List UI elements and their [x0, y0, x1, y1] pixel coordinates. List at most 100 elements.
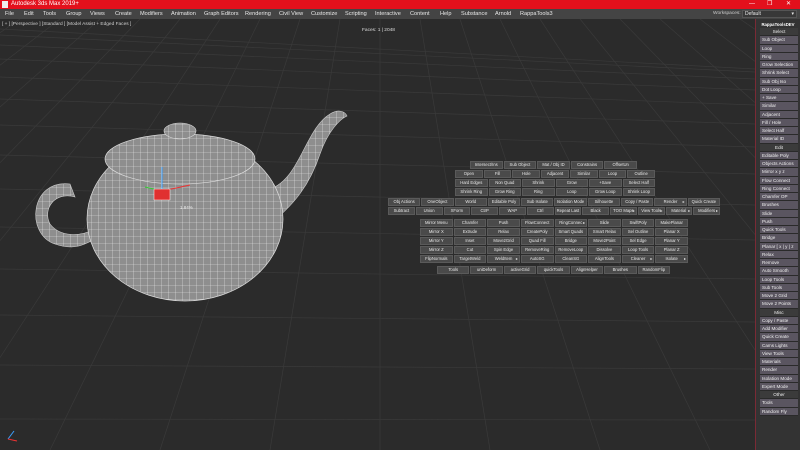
- quad-item-relax[interactable]: Relax: [487, 228, 520, 236]
- quad-item-cleansg[interactable]: CleanSG: [554, 255, 588, 263]
- quad-item-shrink-ring[interactable]: Shrink Ring: [455, 188, 488, 196]
- quad-item-aligntools[interactable]: AlignTools: [588, 255, 621, 263]
- quad-item-ctrp[interactable]: CtrP: [471, 207, 498, 215]
- menu-arnold[interactable]: Arnold: [495, 9, 511, 19]
- menu-content[interactable]: Content: [410, 9, 430, 19]
- panel-button-ring[interactable]: Ring: [760, 52, 798, 61]
- quad-item-mirror-menu[interactable]: Mirror Menu: [420, 219, 453, 227]
- quad-item-bridge[interactable]: Bridge: [554, 237, 588, 245]
- panel-button-copy-paste[interactable]: Copy / Paste: [760, 316, 798, 325]
- perspective-viewport[interactable]: 1.84% [ + ] [Perspective ] [Standard ] […: [0, 19, 755, 450]
- panel-button-isolation-mode[interactable]: Isolation Mode: [760, 374, 798, 383]
- quad-item-adjacent[interactable]: Adjacent: [541, 170, 569, 178]
- menu-animation[interactable]: Animation: [171, 9, 196, 19]
- quad-item-intersect-ins[interactable]: Intersect/Ins: [470, 161, 503, 169]
- panel-button-select-half[interactable]: Select Half: [760, 127, 798, 136]
- quad-item-push[interactable]: Push: [487, 219, 520, 227]
- quad-item-ctrl[interactable]: Ctrl: [526, 207, 554, 215]
- quad-item-welditem[interactable]: WeldItem ▸: [487, 255, 520, 263]
- menu-file[interactable]: File: [5, 9, 14, 19]
- panel-button-ring-connect[interactable]: Ring Connect: [760, 184, 798, 193]
- quad-item-sub-object[interactable]: Sub Object: [503, 161, 537, 169]
- panel-button-shrink-select[interactable]: Shrink Select: [760, 69, 798, 78]
- menu-group[interactable]: Group: [66, 9, 82, 19]
- panel-button-flow-connect[interactable]: Flow Connect: [760, 176, 798, 185]
- menu-create[interactable]: Create: [115, 9, 132, 19]
- menu-scripting[interactable]: Scripting: [345, 9, 367, 19]
- panel-button-slide[interactable]: Slide: [760, 209, 798, 218]
- quad-item-mirror-x[interactable]: Mirror X: [420, 228, 453, 236]
- panel-button-material-id[interactable]: Material ID: [760, 135, 798, 144]
- quad-item-loop[interactable]: Loop: [555, 188, 588, 196]
- close-button[interactable]: ✕: [786, 0, 791, 9]
- quad-item-outline[interactable]: Outline: [627, 170, 656, 178]
- quad-item-isolate[interactable]: Isolate ▸: [655, 255, 688, 263]
- menu-civil-view[interactable]: Civil View: [279, 9, 303, 19]
- quad-item-editable-poly[interactable]: Editable Poly: [487, 198, 521, 206]
- quad-item-render[interactable]: Render ▸: [654, 198, 687, 206]
- quad-item-material[interactable]: Material ▸: [665, 207, 693, 215]
- quad-item-grow-ring[interactable]: Grow Ring: [488, 188, 521, 196]
- panel-button-render[interactable]: Render: [760, 366, 798, 375]
- panel-button-materials[interactable]: Materials: [760, 358, 798, 367]
- quad-item-grow-loop[interactable]: Grow Loop: [589, 188, 622, 196]
- panel-button-auto-smooth[interactable]: Auto Smooth: [760, 267, 798, 276]
- quad-item-offsetun[interactable]: OffsetUn: [604, 161, 637, 169]
- panel-button-random-fly[interactable]: Random Fly: [760, 407, 798, 416]
- quad-item-hard-edges[interactable]: Hard Edges: [455, 179, 488, 187]
- menu-modifiers[interactable]: Modifiers: [140, 9, 163, 19]
- panel-button-relax[interactable]: Relax: [760, 250, 798, 259]
- minimize-button[interactable]: —: [749, 0, 755, 9]
- menu-substance[interactable]: Substance: [461, 9, 487, 19]
- menu-interactive[interactable]: Interactive: [375, 9, 401, 19]
- panel-button-fill-hole[interactable]: Fill / Hole: [760, 118, 798, 127]
- quad-item-xform[interactable]: XForm: [443, 207, 471, 215]
- quad-item-mirror-y[interactable]: Mirror Y: [420, 237, 453, 245]
- panel-button-quick-tools[interactable]: Quick Tools: [760, 226, 798, 235]
- quad-item-extrude[interactable]: Extrude: [453, 228, 487, 236]
- quad-item-repeat-last[interactable]: Repeat Last: [554, 207, 582, 215]
- quad-item-modifiers[interactable]: Modifiers ▸: [693, 207, 720, 215]
- quad-item-flipnormals[interactable]: FlipNormals: [420, 255, 453, 263]
- quad-item-world[interactable]: World: [454, 198, 487, 206]
- quad-item-black[interactable]: Black: [582, 207, 609, 215]
- quad-item-dissolve[interactable]: Dissolve: [588, 246, 621, 254]
- menu-edit[interactable]: Edit: [24, 9, 34, 19]
- quad-item-shrink-loop[interactable]: Shrink Loop: [622, 188, 655, 196]
- quad-item-spin-edge[interactable]: Spin Edge: [487, 246, 520, 254]
- panel-button-grow-selection[interactable]: Grow Selection: [760, 61, 798, 70]
- quad-item-makeplanar[interactable]: MakePlanar: [655, 219, 688, 227]
- quad-item-sel-outline[interactable]: Sel Outline: [621, 228, 655, 236]
- panel-button-move-2-points[interactable]: Move 2 Points: [760, 300, 798, 309]
- quad-item-loop[interactable]: Loop: [598, 170, 627, 178]
- quad-item-subtract[interactable]: Subtract: [388, 207, 415, 215]
- quad-item-quad-fill[interactable]: Quad Fill: [520, 237, 554, 245]
- quad-item-copy-paste[interactable]: Copy / Paste: [621, 198, 654, 206]
- panel-button-dot-loop[interactable]: Dot Loop: [760, 85, 798, 94]
- quad-item-tools[interactable]: Tools: [437, 266, 470, 274]
- quad-item-hole[interactable]: Hole: [512, 170, 541, 178]
- quad-item-swiftpoly[interactable]: SwiftPoly: [621, 219, 655, 227]
- panel-button-mirror-x-y-z[interactable]: Mirror x y z: [760, 168, 798, 177]
- quad-item-smart-relax[interactable]: Smart Relax: [588, 228, 621, 236]
- quad-item-planar-y[interactable]: Planar Y: [655, 237, 688, 245]
- menu-customize[interactable]: Customize: [311, 9, 337, 19]
- panel-button-add-modifier[interactable]: Add Modifier: [760, 325, 798, 334]
- quad-item-planar-x[interactable]: Planar X: [655, 228, 688, 236]
- panel-button-loop-tools[interactable]: Loop Tools: [760, 275, 798, 284]
- panel-button-sub-object[interactable]: Sub Object: [760, 36, 798, 45]
- viewport-label[interactable]: [ + ] [Perspective ] [Standard ] [Model …: [2, 22, 131, 27]
- quad-item-quick-create[interactable]: Quick Create: [687, 198, 720, 206]
- quad-item-autosg[interactable]: AutoSG: [520, 255, 554, 263]
- quad-item--save[interactable]: +Save: [589, 179, 622, 187]
- quad-item-smart-quads[interactable]: Smart Quads: [554, 228, 588, 236]
- panel-button-view-tools[interactable]: View Tools: [760, 349, 798, 358]
- panel-button--save[interactable]: + Save: [760, 94, 798, 103]
- panel-button-adjacent[interactable]: Adjacent: [760, 110, 798, 119]
- panel-button-brushes[interactable]: Brushes: [760, 201, 798, 210]
- quad-item-cut[interactable]: Cut: [453, 246, 487, 254]
- quad-item-alignhelper[interactable]: AlignHelper: [570, 266, 604, 274]
- quad-item-createpoly[interactable]: CreatePoly: [520, 228, 554, 236]
- quad-item-planar-z[interactable]: Planar Z: [655, 246, 688, 254]
- quad-item-ring[interactable]: Ring: [522, 188, 555, 196]
